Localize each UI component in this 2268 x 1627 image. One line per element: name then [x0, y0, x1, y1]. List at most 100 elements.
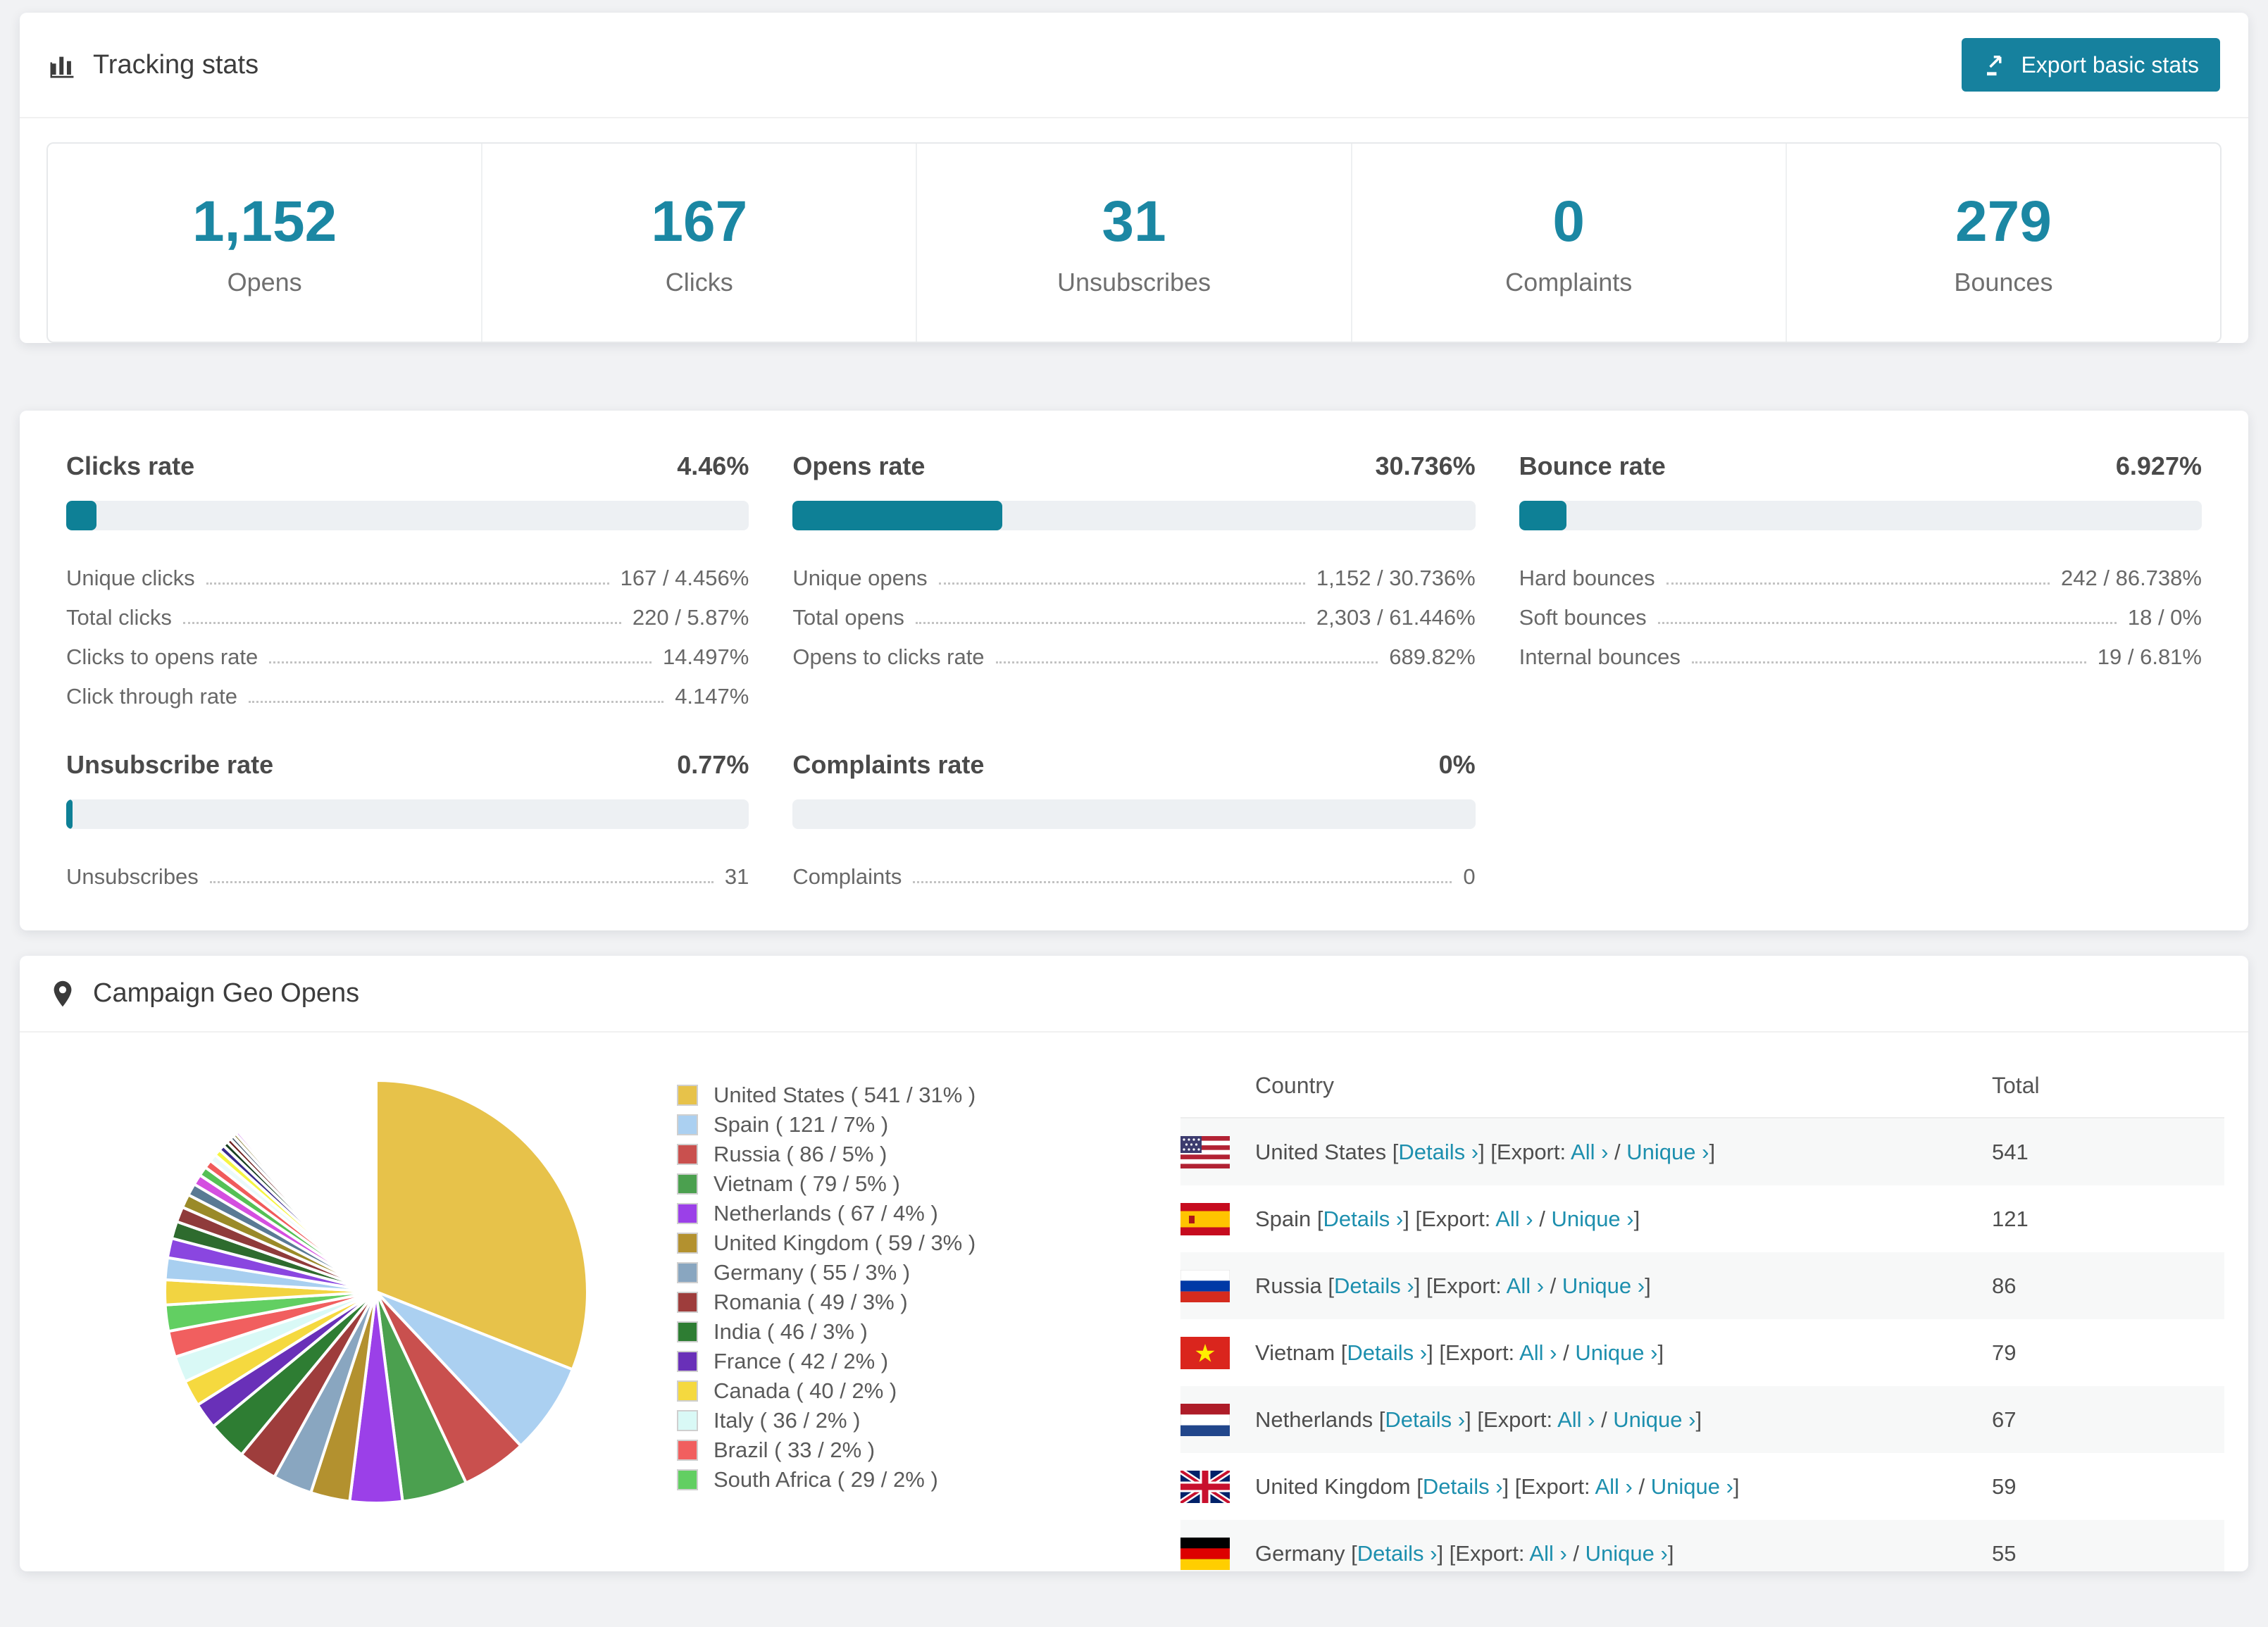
legend-label: Brazil ( 33 / 2% )	[714, 1438, 876, 1462]
country-name: Spain	[1255, 1206, 1311, 1231]
rate-value: 0%	[1438, 750, 1476, 779]
rate-row-value: 14.497%	[662, 644, 749, 669]
rate-row-value: 31	[724, 864, 749, 889]
legend-item-south-africa: South Africa ( 29 / 2% )	[677, 1465, 1075, 1495]
export-all-link[interactable]: All ›	[1571, 1140, 1608, 1164]
pie-legend: United States ( 541 / 31% ) Spain ( 121 …	[677, 1080, 1075, 1571]
legend-swatch	[677, 1380, 698, 1402]
bounces-count: 279	[1955, 189, 2052, 254]
country-total: 541	[1992, 1139, 2029, 1164]
legend-item-russia: Russia ( 86 / 5% )	[677, 1140, 1075, 1169]
rate-row-value: 19 / 6.81%	[2097, 644, 2202, 669]
tracking-stats-card: Tracking stats Export basic stats 1,152 …	[20, 13, 2248, 343]
details-link[interactable]: Details ›	[1357, 1541, 1438, 1566]
legend-swatch	[677, 1173, 698, 1195]
table-row-vietnam: Vietnam [Details ›] [Export: All › / Uni…	[1180, 1319, 2224, 1386]
legend-label: Romania ( 49 / 3% )	[714, 1290, 908, 1314]
export-unique-link[interactable]: Unique ›	[1562, 1273, 1645, 1298]
legend-swatch	[677, 1233, 698, 1254]
legend-item-france: France ( 42 / 2% )	[677, 1347, 1075, 1376]
legend-swatch	[677, 1440, 698, 1461]
rate-title: Bounce rate	[1519, 451, 1666, 480]
details-link[interactable]: Details ›	[1398, 1140, 1478, 1164]
export-unique-link[interactable]: Unique ›	[1651, 1474, 1733, 1499]
stat-opens: 1,152 Opens	[48, 144, 483, 342]
bar-chart-icon	[50, 56, 74, 78]
dotted-leader	[1657, 622, 2117, 624]
rate-title: Clicks rate	[66, 451, 195, 480]
export-basic-stats-button[interactable]: Export basic stats	[1962, 38, 2220, 92]
gb-flag-icon	[1180, 1470, 1230, 1503]
de-flag-icon	[1180, 1537, 1230, 1570]
export-all-link[interactable]: All ›	[1557, 1407, 1595, 1432]
legend-swatch	[677, 1203, 698, 1224]
rate-section-bounce-rate: Bounce rate 6.927% Hard bounces 242 / 86…	[1519, 451, 2202, 709]
export-unique-link[interactable]: Unique ›	[1585, 1541, 1668, 1566]
clicks-count: 167	[651, 189, 748, 254]
legend-swatch	[677, 1469, 698, 1490]
country-total: 59	[1992, 1473, 2017, 1499]
rate-row: Total clicks 220 / 5.87%	[66, 591, 749, 630]
export-all-link[interactable]: All ›	[1507, 1273, 1544, 1298]
map-pin-icon	[54, 980, 72, 1006]
geo-table-rows: United States [Details ›] [Export: All ›…	[1180, 1118, 2224, 1571]
geo-body: United States ( 541 / 31% ) Spain ( 121 …	[20, 1033, 2248, 1571]
rate-row-label: Soft bounces	[1519, 605, 1647, 630]
rate-row-value: 689.82%	[1389, 644, 1476, 669]
geo-table: Country Total United States [Details ›] …	[1180, 1054, 2224, 1571]
page: { "accent": "#16819e", "tracking": { "ti…	[0, 13, 2268, 1627]
es-flag-icon	[1180, 1202, 1230, 1235]
legend-swatch	[677, 1114, 698, 1135]
legend-swatch	[677, 1262, 698, 1283]
export-all-link[interactable]: All ›	[1519, 1340, 1557, 1365]
rate-row: Clicks to opens rate 14.497%	[66, 630, 749, 670]
rate-row: Internal bounces 19 / 6.81%	[1519, 630, 2202, 670]
country-name: Vietnam	[1255, 1340, 1335, 1365]
legend-item-brazil: Brazil ( 33 / 2% )	[677, 1435, 1075, 1465]
export-icon	[1987, 56, 2002, 76]
rate-row-value: 242 / 86.738%	[2061, 566, 2202, 590]
details-link[interactable]: Details ›	[1334, 1273, 1414, 1298]
summary-stats-box: 1,152 Opens 167 Clicks 31 Unsubscribes 0…	[46, 142, 2222, 343]
details-link[interactable]: Details ›	[1423, 1474, 1503, 1499]
legend-item-spain: Spain ( 121 / 7% )	[677, 1110, 1075, 1140]
details-link[interactable]: Details ›	[1385, 1407, 1465, 1432]
details-link[interactable]: Details ›	[1323, 1207, 1404, 1231]
export-unique-link[interactable]: Unique ›	[1613, 1407, 1695, 1432]
legend-swatch	[677, 1351, 698, 1372]
geo-pie-chart	[68, 1054, 599, 1571]
legend-item-india: India ( 46 / 3% )	[677, 1317, 1075, 1347]
rate-progress-track	[1519, 501, 2202, 530]
export-all-link[interactable]: All ›	[1495, 1207, 1533, 1231]
export-unique-link[interactable]: Unique ›	[1626, 1140, 1709, 1164]
legend-label: India ( 46 / 3% )	[714, 1319, 868, 1344]
export-unique-link[interactable]: Unique ›	[1575, 1340, 1657, 1365]
export-all-link[interactable]: All ›	[1529, 1541, 1566, 1566]
dotted-leader	[209, 881, 714, 883]
rate-row-value: 220 / 5.87%	[632, 605, 749, 630]
tracking-stats-title: Tracking stats	[48, 50, 258, 80]
rate-progress-fill	[66, 501, 97, 530]
rate-row-label: Unsubscribes	[66, 864, 199, 889]
details-link[interactable]: Details ›	[1347, 1340, 1427, 1365]
export-unique-link[interactable]: Unique ›	[1551, 1207, 1633, 1231]
legend-label: Netherlands ( 67 / 4% )	[714, 1201, 938, 1226]
column-country: Country	[1255, 1072, 1335, 1098]
legend-swatch	[677, 1321, 698, 1342]
table-row-united-states: United States [Details ›] [Export: All ›…	[1180, 1118, 2224, 1185]
legend-item-united-kingdom: United Kingdom ( 59 / 3% )	[677, 1228, 1075, 1258]
rate-title: Opens rate	[792, 451, 926, 480]
geo-title: Campaign Geo Opens	[93, 978, 360, 1008]
rate-row-value: 18 / 0%	[2127, 605, 2202, 630]
country-name: United States	[1255, 1139, 1387, 1164]
legend-label: United Kingdom ( 59 / 3% )	[714, 1230, 976, 1255]
rates-card: Clicks rate 4.46% Unique clicks 167 / 4.…	[20, 411, 2248, 930]
dotted-leader	[206, 582, 609, 585]
legend-label: Russia ( 86 / 5% )	[714, 1142, 887, 1166]
export-all-link[interactable]: All ›	[1595, 1474, 1632, 1499]
rate-row-label: Complaints	[792, 864, 902, 889]
legend-item-italy: Italy ( 36 / 2% )	[677, 1406, 1075, 1435]
country-name: Russia	[1255, 1273, 1322, 1298]
rate-progress-fill	[1519, 501, 1566, 530]
country-total: 121	[1992, 1206, 2029, 1231]
